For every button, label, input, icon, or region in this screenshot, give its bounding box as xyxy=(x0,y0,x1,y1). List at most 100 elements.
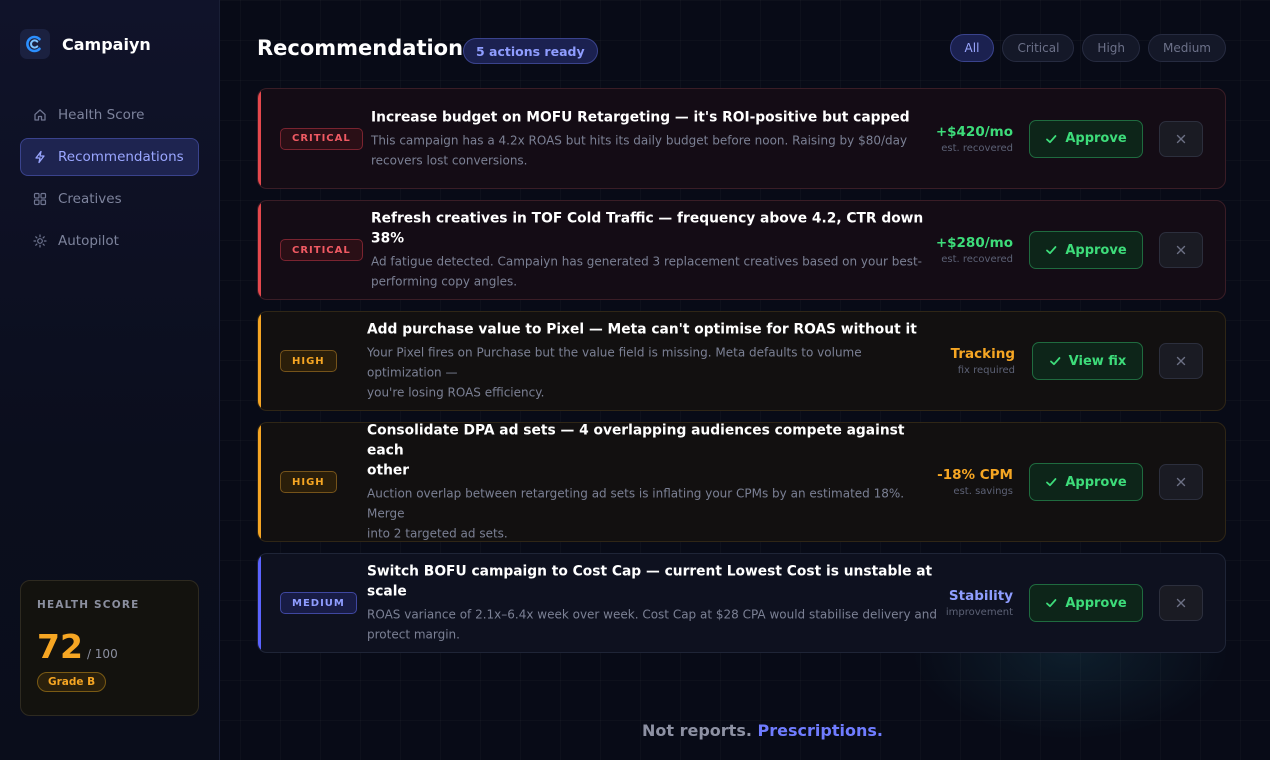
check-icon xyxy=(1046,599,1057,608)
recommendation-body: Consolidate DPA ad sets — 4 overlapping … xyxy=(367,422,927,542)
dismiss-button[interactable] xyxy=(1159,464,1203,500)
dismiss-button[interactable] xyxy=(1159,343,1203,379)
recommendation-card: CRITICAL Refresh creatives in TOF Cold T… xyxy=(257,200,1226,300)
health-score-value: 72 xyxy=(37,627,83,666)
recommendation-description: Your Pixel fires on Purchase but the val… xyxy=(367,343,937,403)
sidebar-item-creatives[interactable]: Creatives xyxy=(20,180,199,218)
recommendation-description: Ad fatigue detected. Campaiyn has genera… xyxy=(371,252,931,292)
sidebar-item-label: Autopilot xyxy=(58,233,119,249)
close-icon xyxy=(1176,356,1186,366)
view-fix-button[interactable]: View fix xyxy=(1032,342,1143,380)
impact-estimate: +$420/mo est. recovered xyxy=(936,124,1013,154)
severity-badge: HIGH xyxy=(280,471,337,493)
sidebar-item-health-score[interactable]: Health Score xyxy=(20,96,199,134)
filter-high[interactable]: High xyxy=(1082,34,1141,62)
impact-subtext: est. recovered xyxy=(941,142,1013,154)
severity-accent-bar xyxy=(258,312,261,410)
recommendation-list: CRITICAL Increase budget on MOFU Retarge… xyxy=(257,88,1226,664)
campaiyn-logo-icon xyxy=(20,29,50,59)
recommendation-card: HIGH Consolidate DPA ad sets — 4 overlap… xyxy=(257,422,1226,542)
close-icon xyxy=(1176,598,1186,608)
check-icon xyxy=(1046,478,1057,487)
title-line: Consolidate DPA ad sets — 4 overlapping … xyxy=(367,422,905,459)
impact-subtext: est. recovered xyxy=(941,254,1013,265)
lightning-icon xyxy=(35,150,45,164)
impact-subtext: fix required xyxy=(957,365,1015,376)
impact-value: +$280/mo xyxy=(935,235,1013,251)
sidebar: Campaiyn Health Score Recommendations Cr… xyxy=(0,0,220,760)
sidebar-item-autopilot[interactable]: Autopilot xyxy=(20,222,199,260)
filter-critical[interactable]: Critical xyxy=(1002,34,1075,62)
recommendation-description: Auction overlap between retargeting ad s… xyxy=(367,484,927,542)
approve-button-label: Approve xyxy=(1065,242,1127,258)
dismiss-button[interactable] xyxy=(1159,585,1203,621)
recommendation-body: Add purchase value to Pixel — Meta can't… xyxy=(367,320,937,403)
grade-badge: Grade B xyxy=(37,672,107,692)
recommendation-description: This campaign has a 4.2x ROAS but hits i… xyxy=(371,130,931,170)
approve-button[interactable]: Approve xyxy=(1029,463,1143,501)
impact-value: Tracking xyxy=(950,346,1015,362)
check-icon xyxy=(1049,357,1061,366)
health-score-value-row: 72 / 100 xyxy=(37,627,182,666)
page-title: Recommendations xyxy=(257,36,476,60)
footer-highlight: Prescriptions. xyxy=(757,721,883,740)
severity-filters: All Critical High Medium xyxy=(942,34,1226,62)
recommendation-card: HIGH Add purchase value to Pixel — Meta … xyxy=(257,311,1226,411)
description-line: This campaign has a 4.2x ROAS but hits i… xyxy=(371,133,908,147)
impact-subtext: improvement xyxy=(945,607,1013,618)
approve-button-label: Approve xyxy=(1065,595,1127,611)
approve-button[interactable]: Approve xyxy=(1029,119,1143,158)
impact-estimate: Stability improvement xyxy=(946,588,1013,618)
description-line: protect margin. xyxy=(367,627,460,642)
footer-tagline: Not reports. Prescriptions. xyxy=(642,721,883,740)
recommendation-title: Switch BOFU campaign to Cost Cap — curre… xyxy=(367,563,933,600)
grid-icon xyxy=(33,192,47,206)
description-line: you're losing ROAS efficiency. xyxy=(367,385,545,400)
recommendation-title: Add purchase value to Pixel — Meta can't… xyxy=(367,321,917,338)
description-line: Ad fatigue detected. Campaiyn has genera… xyxy=(371,254,923,269)
severity-badge: HIGH xyxy=(280,350,337,372)
dismiss-button[interactable] xyxy=(1159,120,1203,157)
close-icon xyxy=(1176,134,1186,143)
severity-badge: MEDIUM xyxy=(280,592,357,614)
health-score-label: HEALTH SCORE xyxy=(37,599,140,611)
impact-estimate: -18% CPM est. savings xyxy=(937,467,1013,497)
approve-button[interactable]: Approve xyxy=(1029,584,1143,622)
sidebar-item-label: Health Score xyxy=(58,107,145,123)
description-line: recovers lost conversions. xyxy=(371,153,528,167)
severity-accent-bar xyxy=(258,554,261,652)
approve-button-label: Approve xyxy=(1065,474,1127,490)
description-line: performing copy angles. xyxy=(371,274,518,289)
footer-text: Not reports. xyxy=(642,721,752,740)
filter-medium[interactable]: Medium xyxy=(1148,34,1226,62)
recommendation-title: Consolidate DPA ad sets — 4 overlapping … xyxy=(367,422,927,481)
description-line: ROAS variance of 2.1x–6.4x week over wee… xyxy=(367,607,937,622)
dismiss-button[interactable] xyxy=(1159,232,1203,268)
home-icon xyxy=(34,109,46,121)
recommendation-body: Switch BOFU campaign to Cost Cap — curre… xyxy=(367,562,937,645)
impact-estimate: +$280/mo est. recovered xyxy=(936,235,1013,265)
severity-badge: CRITICAL xyxy=(280,239,363,261)
severity-accent-bar xyxy=(258,423,261,541)
close-icon xyxy=(1176,477,1186,487)
close-icon xyxy=(1176,245,1186,255)
health-score-max: / 100 xyxy=(86,647,118,661)
brand[interactable]: Campaiyn xyxy=(20,29,151,59)
impact-subtext: est. savings xyxy=(953,486,1013,497)
impact-value: Stability xyxy=(948,588,1013,604)
severity-accent-bar xyxy=(258,201,261,299)
recommendation-card: MEDIUM Switch BOFU campaign to Cost Cap … xyxy=(257,553,1226,653)
filter-all[interactable]: All xyxy=(949,34,995,62)
description-line: Auction overlap between retargeting ad s… xyxy=(367,486,905,521)
impact-value: +$420/mo xyxy=(935,123,1013,140)
view-fix-button-label: View fix xyxy=(1068,353,1127,369)
severity-badge: CRITICAL xyxy=(280,127,363,150)
approve-button-label: Approve xyxy=(1065,131,1127,146)
severity-accent-bar xyxy=(258,89,261,188)
approve-button[interactable]: Approve xyxy=(1029,231,1143,269)
description-line: Your Pixel fires on Purchase but the val… xyxy=(367,345,862,380)
recommendation-title: Refresh creatives in TOF Cold Traffic — … xyxy=(371,210,924,247)
health-score-card[interactable]: HEALTH SCORE 72 / 100 Grade B xyxy=(20,580,199,716)
sidebar-item-recommendations[interactable]: Recommendations xyxy=(20,138,199,176)
sidebar-item-label: Creatives xyxy=(58,191,122,207)
